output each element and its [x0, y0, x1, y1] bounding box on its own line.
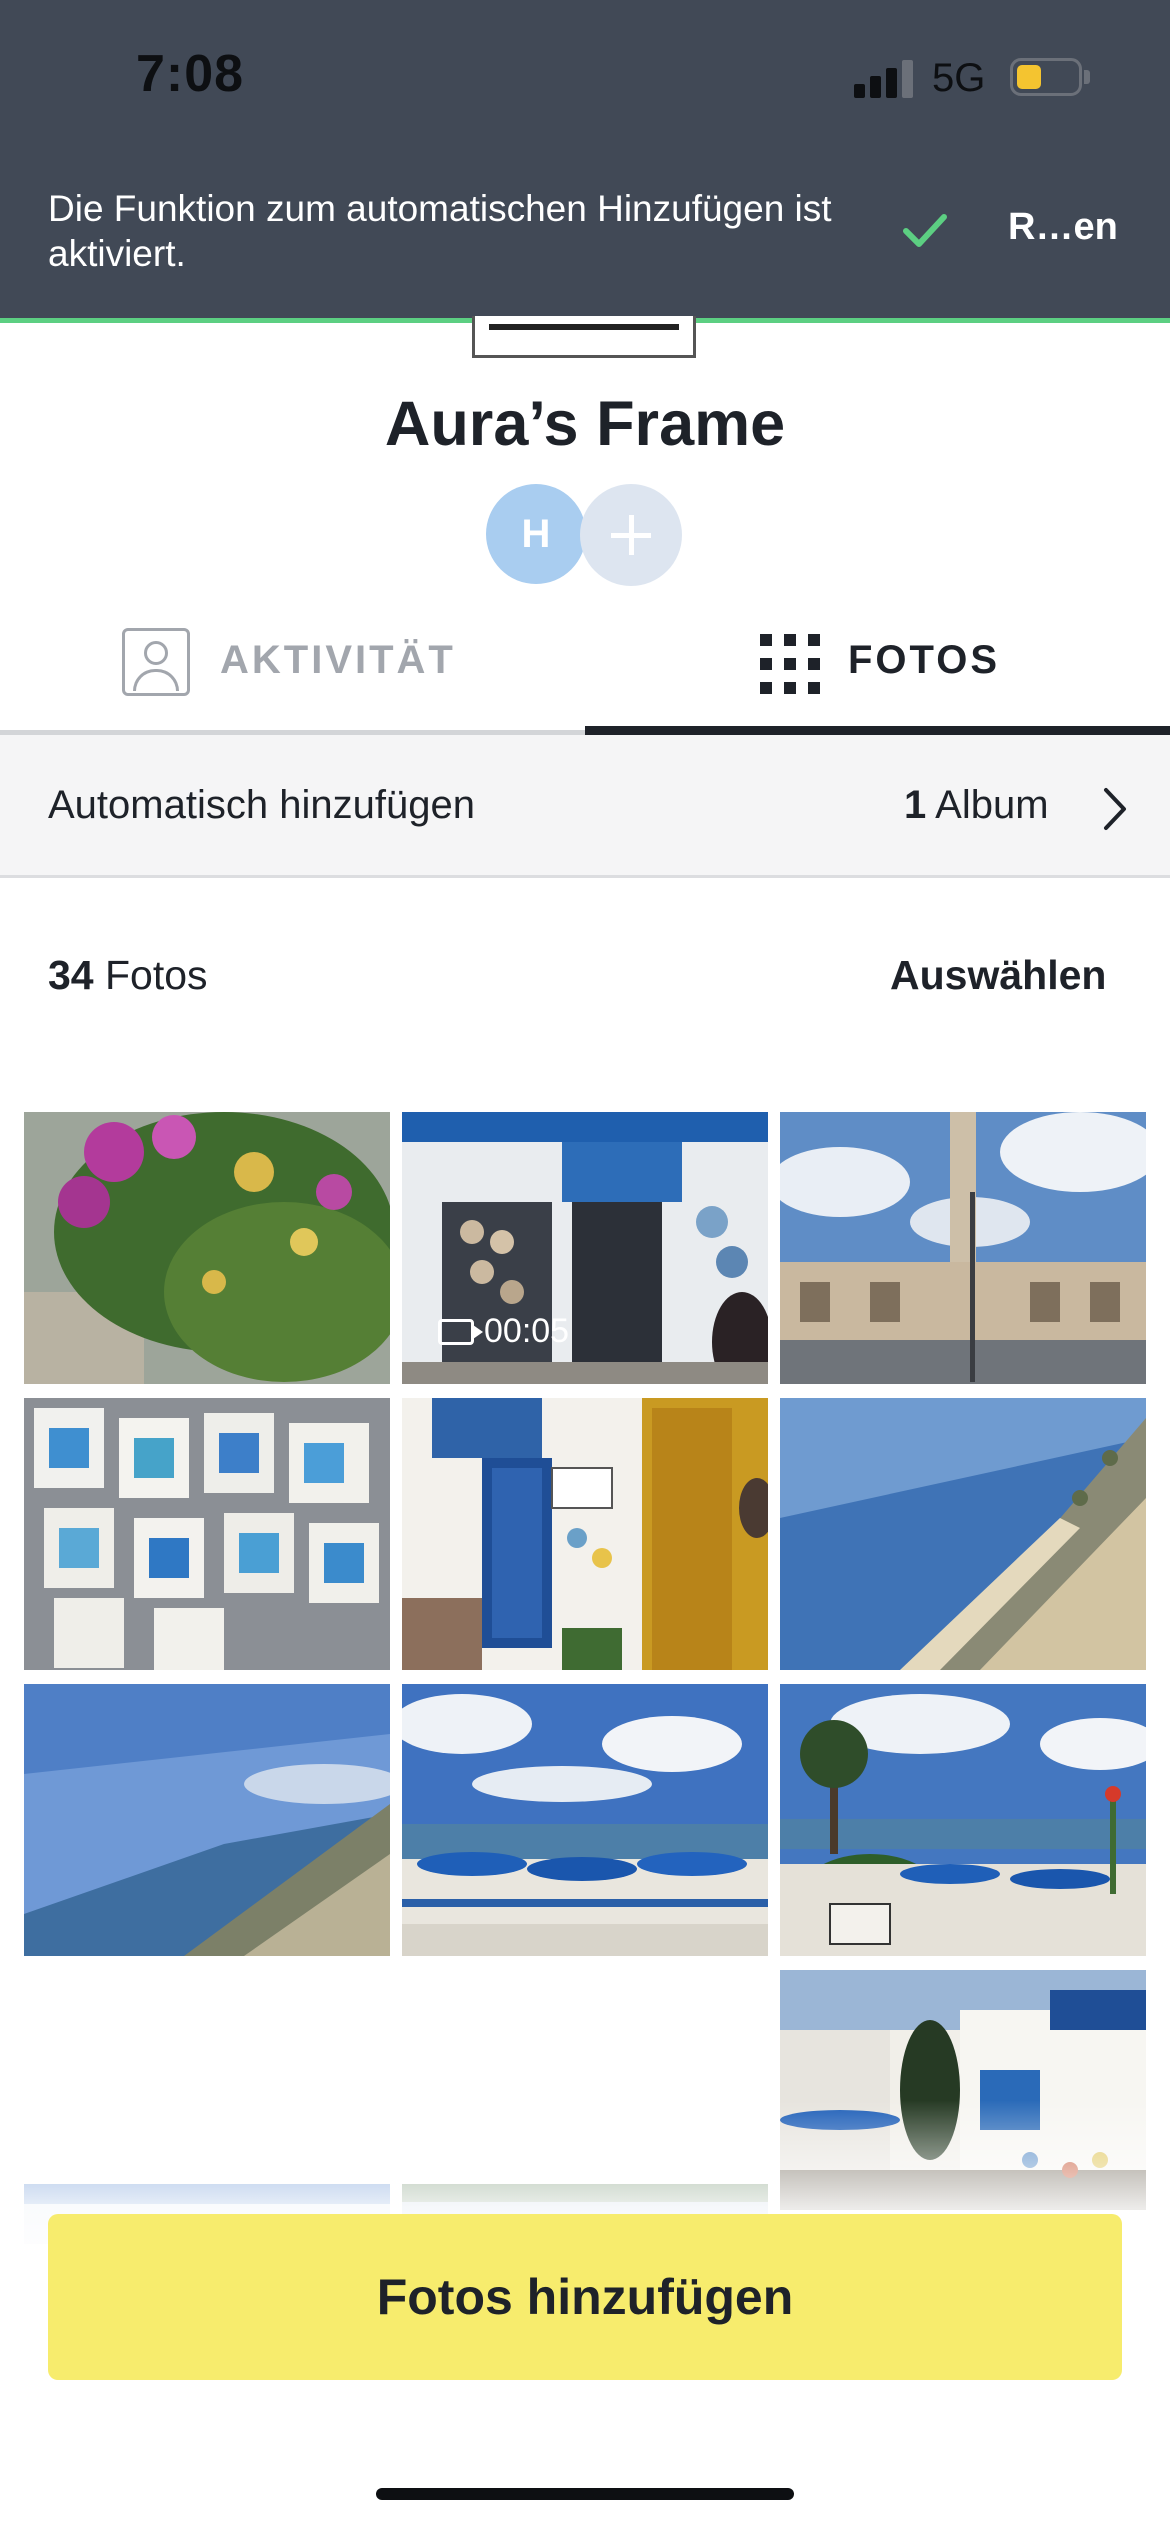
photo-thumbnail[interactable] [24, 1112, 390, 1384]
video-camera-icon [438, 1318, 483, 1345]
network-label: 5G [932, 56, 986, 100]
photo-thumbnail[interactable] [780, 1398, 1146, 1670]
member-avatar[interactable]: H [486, 484, 586, 584]
photo-thumbnail[interactable] [24, 1684, 390, 1956]
add-member-button[interactable] [580, 484, 682, 586]
tab-activity-label: AKTIVITÄT [220, 638, 456, 682]
photo-count: 34 Fotos [48, 952, 208, 998]
checkmark-icon [903, 214, 947, 247]
photo-thumbnail[interactable] [780, 1112, 1146, 1384]
video-duration: 00:05 [438, 1312, 569, 1351]
photo-thumbnail[interactable] [402, 1398, 768, 1670]
select-button[interactable]: Auswählen [890, 952, 1106, 999]
frame-thumbnail [472, 316, 696, 358]
home-indicator [376, 2488, 794, 2500]
auto-add-label: Automatisch hinzufügen [48, 783, 475, 827]
signal-icon [854, 58, 916, 98]
add-photos-button[interactable]: Fotos hinzufügen [48, 2214, 1122, 2380]
tab-activity[interactable]: AKTIVITÄT [0, 600, 585, 730]
album-count: 1 Album [904, 783, 1049, 827]
grid-icon [760, 634, 820, 694]
tab-selected-indicator [585, 726, 1170, 735]
frame-title: Aura’s Frame [384, 389, 786, 459]
status-time: 7:08 [136, 45, 245, 103]
photo-thumbnail[interactable] [402, 1684, 768, 1956]
banner-message: Die Funktion zum automatischen Hinzufüge… [48, 188, 832, 274]
photo-thumbnail[interactable] [780, 1684, 1146, 1956]
photo-thumbnail[interactable] [24, 1398, 390, 1670]
battery-tip [1084, 70, 1090, 84]
banner-action-button[interactable]: R…en [1008, 206, 1118, 249]
battery-icon [1010, 58, 1082, 96]
tab-photos[interactable]: FOTOS [585, 600, 1170, 730]
video-thumbnail[interactable]: 00:05 [402, 1112, 768, 1384]
chevron-right-icon [1104, 788, 1126, 830]
tab-photos-label: FOTOS [848, 638, 1001, 682]
person-icon [122, 628, 190, 696]
